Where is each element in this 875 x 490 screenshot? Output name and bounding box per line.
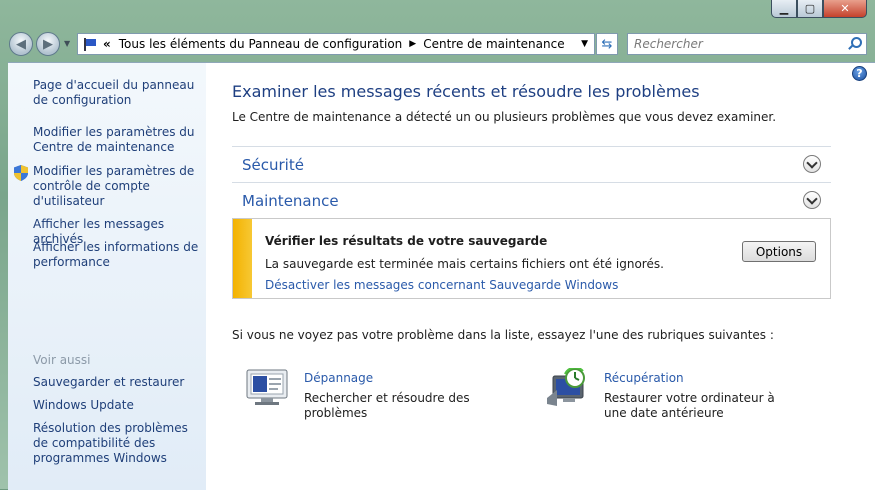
- sidebar-link-action-center-settings[interactable]: Modifier les paramètres du Centre de mai…: [33, 125, 203, 155]
- troubleshooting-monitor-icon[interactable]: [245, 368, 289, 406]
- recent-pages-dropdown[interactable]: ▼: [64, 39, 70, 48]
- see-also-heading: Voir aussi: [33, 353, 91, 367]
- section-security-label[interactable]: Sécurité: [242, 156, 304, 174]
- refresh-button[interactable]: ⇆: [596, 33, 618, 55]
- breadcrumb-root[interactable]: «: [103, 37, 111, 51]
- minimize-button[interactable]: ▁: [771, 0, 797, 18]
- search-input[interactable]: [628, 36, 847, 52]
- sidebar-link-control-panel-home[interactable]: Page d'accueil du panneau de configurati…: [33, 78, 203, 108]
- back-arrow-icon: ◀: [16, 36, 26, 52]
- action-center-flag-icon: [83, 38, 97, 51]
- warning-severity-bar: [233, 219, 252, 298]
- page-subtitle: Le Centre de maintenance a détecté un ou…: [232, 110, 777, 124]
- alert-description: La sauvegarde est terminée mais certains…: [265, 257, 664, 271]
- uac-shield-icon: [14, 165, 28, 181]
- recovery-description: Restaurer votre ordinateur à une date an…: [604, 391, 775, 420]
- maximize-icon: ▢: [804, 2, 816, 15]
- breadcrumb-action-center[interactable]: Centre de maintenance: [423, 37, 564, 51]
- close-button[interactable]: ✕: [823, 0, 867, 18]
- close-icon: ✕: [840, 2, 850, 15]
- navigation-bar: ◀ ▶ ▼ « Tous les éléments du Panneau de …: [0, 30, 875, 58]
- content-area: Page d'accueil du panneau de configurati…: [8, 62, 875, 490]
- section-maintenance[interactable]: Maintenance: [232, 182, 831, 217]
- backup-alert: Vérifier les résultats de votre sauvegar…: [232, 218, 831, 299]
- section-maintenance-label[interactable]: Maintenance: [242, 192, 339, 210]
- sidebar-link-performance-info[interactable]: Afficher les informations de performance: [33, 240, 203, 270]
- sidebar-link-compatibility-troubleshooter[interactable]: Résolution des problèmes de compatibilit…: [33, 421, 203, 466]
- refresh-icon: ⇆: [601, 36, 613, 52]
- search-icon[interactable]: [847, 37, 862, 51]
- troubleshooting-description: Rechercher et résoudre des problèmes: [304, 391, 470, 420]
- maximize-button[interactable]: ▢: [797, 0, 823, 18]
- recovery-computer-icon[interactable]: [545, 368, 589, 406]
- disable-backup-messages-link[interactable]: Désactiver les messages concernant Sauve…: [265, 278, 618, 292]
- control-panel-window: ▁ ▢ ✕ ◀ ▶ ▼ « Tous les éléments du Panne…: [0, 0, 875, 490]
- sidebar-link-windows-update[interactable]: Windows Update: [33, 398, 203, 413]
- section-security[interactable]: Sécurité: [232, 146, 831, 181]
- help-icon[interactable]: ?: [852, 66, 867, 81]
- forward-button[interactable]: ▶: [36, 32, 60, 56]
- sidebar: Page d'accueil du panneau de configurati…: [8, 63, 206, 490]
- hint-text: Si vous ne voyez pas votre problème dans…: [232, 328, 774, 342]
- troubleshooting-link[interactable]: Dépannage: [304, 371, 373, 385]
- page-title: Examiner les messages récents et résoudr…: [232, 82, 700, 101]
- sidebar-link-uac-settings[interactable]: Modifier les paramètres de contrôle de c…: [33, 164, 203, 209]
- expand-security-chevron-icon[interactable]: [803, 155, 821, 173]
- expand-maintenance-chevron-icon[interactable]: [803, 191, 821, 209]
- address-dropdown-icon[interactable]: ▼: [581, 39, 588, 49]
- back-button[interactable]: ◀: [9, 32, 33, 56]
- recovery-link[interactable]: Récupération: [604, 371, 684, 385]
- caption-buttons: ▁ ▢ ✕: [771, 0, 867, 20]
- options-button[interactable]: Options: [742, 241, 816, 262]
- search-box[interactable]: [627, 33, 867, 55]
- breadcrumb-separator-icon[interactable]: ▶: [409, 39, 416, 49]
- main-panel: ? Examiner les messages récents et résou…: [206, 63, 875, 490]
- breadcrumb-control-panel[interactable]: Tous les éléments du Panneau de configur…: [119, 37, 403, 51]
- alert-title: Vérifier les résultats de votre sauvegar…: [265, 234, 548, 248]
- sidebar-link-backup-restore[interactable]: Sauvegarder et restaurer: [33, 375, 203, 390]
- forward-arrow-icon: ▶: [43, 36, 53, 52]
- minimize-icon: ▁: [779, 2, 789, 15]
- address-bar[interactable]: « Tous les éléments du Panneau de config…: [77, 33, 595, 55]
